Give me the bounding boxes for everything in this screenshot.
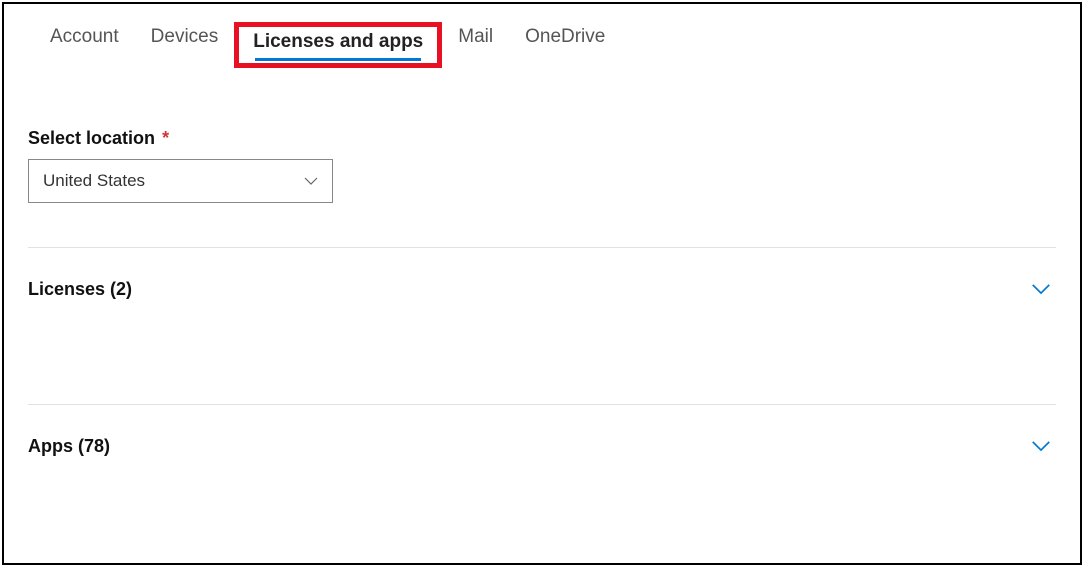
location-label: Select location * bbox=[28, 128, 1056, 149]
apps-accordion-title: Apps (78) bbox=[28, 436, 110, 457]
location-select[interactable]: United States bbox=[28, 159, 333, 203]
location-select-box[interactable]: United States bbox=[28, 159, 333, 203]
licenses-accordion[interactable]: Licenses (2) bbox=[28, 248, 1056, 300]
panel-container: Account Devices Licenses and apps Mail O… bbox=[2, 2, 1082, 565]
tab-mail[interactable]: Mail bbox=[442, 22, 509, 60]
chevron-down-icon bbox=[1030, 278, 1052, 300]
apps-accordion[interactable]: Apps (78) bbox=[28, 405, 1056, 457]
location-select-value: United States bbox=[43, 171, 145, 191]
content-area: Select location * United States Licenses… bbox=[4, 68, 1080, 457]
required-marker: * bbox=[162, 128, 169, 148]
spacer bbox=[28, 300, 1056, 360]
chevron-down-icon bbox=[1030, 435, 1052, 457]
location-label-text: Select location bbox=[28, 128, 155, 148]
tab-onedrive[interactable]: OneDrive bbox=[509, 22, 621, 60]
tab-account[interactable]: Account bbox=[34, 22, 135, 60]
tab-devices[interactable]: Devices bbox=[135, 22, 235, 60]
licenses-accordion-title: Licenses (2) bbox=[28, 279, 132, 300]
tab-licenses-and-apps[interactable]: Licenses and apps bbox=[234, 22, 442, 68]
tab-bar: Account Devices Licenses and apps Mail O… bbox=[4, 4, 1080, 68]
